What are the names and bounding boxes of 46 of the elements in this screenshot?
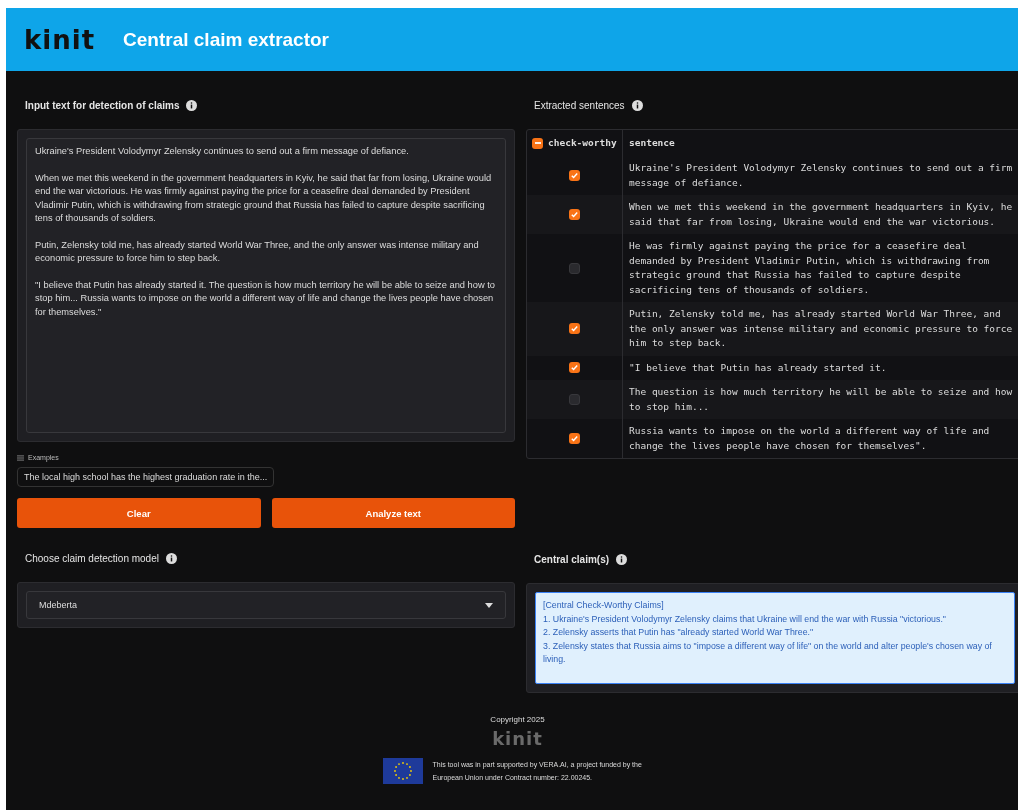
claim-line: 3. Zelensky states that Russia aims to "impose a different way of life" on the world and alter people's chosen way of living. xyxy=(543,639,993,666)
check-icon xyxy=(570,434,579,443)
claim-line: [Central Check-Worthy Claims] xyxy=(543,599,665,612)
info-icon[interactable] xyxy=(186,99,198,111)
column-header[interactable]: sentence xyxy=(629,135,675,151)
logo: kinit xyxy=(24,24,96,55)
footer-logo: kinit xyxy=(492,728,543,750)
extracted-label: Extracted sentences xyxy=(534,99,625,111)
row-checkbox[interactable] xyxy=(569,433,580,444)
info-icon[interactable] xyxy=(165,552,177,564)
check-icon xyxy=(570,171,579,180)
central-claims-label: Central claim(s) xyxy=(534,553,610,565)
row-checkbox[interactable] xyxy=(569,209,580,220)
row-checkbox[interactable] xyxy=(569,362,580,374)
check-icon xyxy=(570,324,579,334)
eu-flag-icon xyxy=(382,758,423,784)
example-chip[interactable]: The local high school has the highest graduation rate in the... xyxy=(17,467,275,487)
input-text-field[interactable]: Ukraine's President Volodymyr Zelensky continues to send out a firm message of defiance. When we met this weekend in the government headquarters in Kyiv, he said that far from losing, Ukraine would end the war victorious. He was firmly against paying the price for a ceasefire deal demanded by President Vladimir Putin, which is withdrawing from strategic ground that Russia has failed to capture despite sacrificing tens of thousands of soldiers. Putin, Zelensky told me, has already started World War Three, and the only answer was intense military and economic pressure to force him to step back. "I believe that Putin has already started it. The question is how much territory he will be able to seize and how to stop him... Russia wants to impose on the world a different way of life and change the lives people have chosen for themselves." xyxy=(26,138,506,433)
list-icon xyxy=(17,454,24,461)
row-checkbox[interactable] xyxy=(569,170,580,181)
app-title: Central claim extractor xyxy=(123,28,329,51)
check-icon xyxy=(570,363,579,373)
sentence-cell-text: When we met this weekend in the government headquarters in Kyiv, he said that far from losing, Ukraine would end the war victorious. xyxy=(629,200,1014,229)
check-icon xyxy=(570,210,579,219)
row-checkbox[interactable] xyxy=(569,323,580,335)
sentence-cell-text: Putin, Zelensky told me, has already started World War Three, and the only answer was intense military and economic pressure to force him to step back. xyxy=(629,307,1014,350)
model-label: Choose claim detection model xyxy=(25,552,159,564)
row-checkbox[interactable] xyxy=(569,394,580,405)
claim-line: 1. Ukraine's President Volodymyr Zelensky claims that Ukraine will end the war with Russia "victorious." xyxy=(543,612,947,626)
input-label: Input text for detection of claims xyxy=(25,99,180,111)
model-dropdown[interactable]: Mdeberta xyxy=(26,591,506,619)
claim-line: 2. Zelensky asserts that Putin has "already started World War Three." xyxy=(543,626,815,639)
row-checkbox[interactable] xyxy=(569,262,580,274)
column-header[interactable]: check-worthy xyxy=(548,135,617,151)
info-icon[interactable] xyxy=(616,553,628,565)
sentence-cell-text: "I believe that Putin has already started it. xyxy=(629,360,888,375)
action-button[interactable]: Analyze text xyxy=(271,498,515,528)
sentence-cell-text: Ukraine's President Volodymyr Zelensky continues to send out a firm message of defiance. xyxy=(629,161,1014,190)
sentence-cell-text: He was firmly against paying the price for a ceasefire deal demanded by President Vladimir Putin, which is withdrawing from strategic ground that Russia has failed to capture despite sacrificing tens of thousands of soldiers. xyxy=(629,239,991,297)
sentence-cell-text: Russia wants to impose on the world a different way of life and change the lives people have chosen for themselves". xyxy=(629,424,991,453)
caret-icon xyxy=(485,602,493,608)
info-icon[interactable] xyxy=(631,99,643,111)
action-button[interactable]: Clear xyxy=(17,498,261,528)
select-all-checkbox[interactable] xyxy=(532,137,543,149)
sentence-cell-text: The question is how much territory he will be able to seize and how to stop him... xyxy=(629,385,1014,414)
copyright-text: Copyright 2025 xyxy=(490,715,545,724)
